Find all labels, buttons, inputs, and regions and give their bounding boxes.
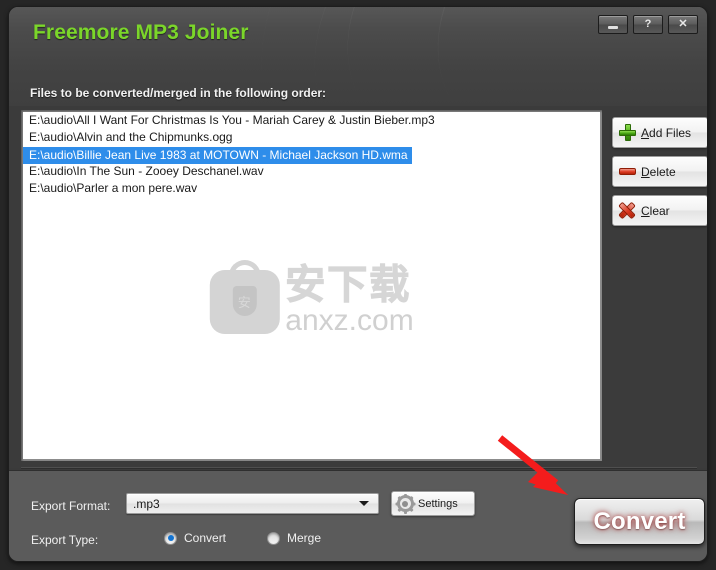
clear-label: Clear — [641, 203, 670, 218]
delete-button[interactable]: Delete — [612, 156, 707, 187]
watermark-domain-text: anxz.com — [285, 304, 414, 337]
list-item[interactable]: E:\audio\All I Want For Christmas Is You… — [23, 112, 600, 129]
file-actions-group: Add Files Delete Clear — [612, 117, 707, 234]
list-item[interactable]: E:\audio\Parler a mon pere.wav — [23, 180, 600, 197]
settings-label: Settings — [418, 497, 458, 510]
settings-button[interactable]: Settings — [391, 491, 475, 516]
app-root: Freemore MP3 Joiner Files to be converte… — [0, 0, 716, 570]
page-title: Freemore MP3 Joiner — [33, 21, 249, 44]
plus-icon — [613, 124, 641, 141]
close-button[interactable]: ✕ — [668, 15, 698, 34]
close-icon: ✕ — [678, 18, 688, 30]
export-format-value: .mp3 — [133, 496, 160, 511]
radio-convert-label: Convert — [184, 531, 227, 545]
convert-button-label: Convert — [593, 507, 686, 535]
radio-convert-indicator — [164, 531, 177, 545]
convert-button[interactable]: Convert — [574, 498, 705, 545]
gear-icon — [392, 493, 418, 514]
watermark-cn-text: 安下载 — [285, 262, 412, 308]
minimize-button[interactable] — [598, 15, 628, 34]
list-item[interactable]: E:\audio\Alvin and the Chipmunks.ogg — [23, 129, 600, 146]
radio-merge[interactable]: Merge — [267, 531, 321, 545]
file-path-label: E:\audio\All I Want For Christmas Is You… — [29, 113, 435, 127]
export-format-select[interactable]: .mp3 — [126, 493, 379, 514]
watermark-bag-body — [209, 270, 280, 334]
main-content-area: E:\audio\All I Want For Christmas Is You… — [9, 106, 707, 469]
chevron-down-icon — [359, 501, 369, 506]
file-list[interactable]: E:\audio\All I Want For Christmas Is You… — [23, 112, 600, 459]
window-header: Freemore MP3 Joiner Files to be converte… — [9, 7, 707, 106]
clear-button[interactable]: Clear — [612, 195, 707, 226]
file-path-label: E:\audio\Billie Jean Live 1983 at MOTOWN… — [23, 147, 412, 164]
application-window: Freemore MP3 Joiner Files to be converte… — [8, 6, 708, 562]
radio-convert[interactable]: Convert — [164, 531, 226, 545]
watermark-logo-icon: 安 — [209, 260, 280, 334]
watermark-shield-icon: 安 — [232, 286, 257, 316]
file-path-label: E:\audio\In The Sun - Zooey Deschanel.wa… — [29, 164, 264, 178]
titlebar-buttons: ? ✕ — [598, 15, 698, 34]
list-item-selected[interactable]: E:\audio\Billie Jean Live 1983 at MOTOWN… — [23, 146, 600, 164]
footer-panel: Export Format: .mp3 Settings Export Type… — [9, 470, 707, 561]
delete-label: Delete — [641, 164, 676, 179]
add-files-label: Add Files — [641, 125, 692, 140]
watermark: 安 安下载 anxz.com — [209, 260, 414, 337]
watermark-bag-handle — [228, 260, 261, 286]
radio-merge-label: Merge — [287, 531, 322, 545]
instruction-text: Files to be converted/merged in the foll… — [30, 86, 327, 100]
x-icon — [613, 202, 641, 219]
export-format-label: Export Format: — [31, 499, 111, 513]
file-path-label: E:\audio\Alvin and the Chipmunks.ogg — [29, 130, 233, 144]
help-button[interactable]: ? — [633, 15, 663, 34]
file-path-label: E:\audio\Parler a mon pere.wav — [29, 181, 198, 195]
list-item[interactable]: E:\audio\In The Sun - Zooey Deschanel.wa… — [23, 163, 600, 180]
watermark-text-group: 安下载 anxz.com — [285, 262, 414, 337]
radio-merge-indicator — [267, 531, 280, 545]
file-list-frame: E:\audio\All I Want For Christmas Is You… — [21, 110, 602, 461]
section-divider — [21, 467, 697, 469]
export-type-label: Export Type: — [31, 533, 99, 547]
add-files-button[interactable]: Add Files — [612, 117, 707, 148]
help-icon: ? — [644, 18, 652, 30]
minus-icon — [613, 168, 641, 175]
minimize-icon — [608, 25, 618, 29]
